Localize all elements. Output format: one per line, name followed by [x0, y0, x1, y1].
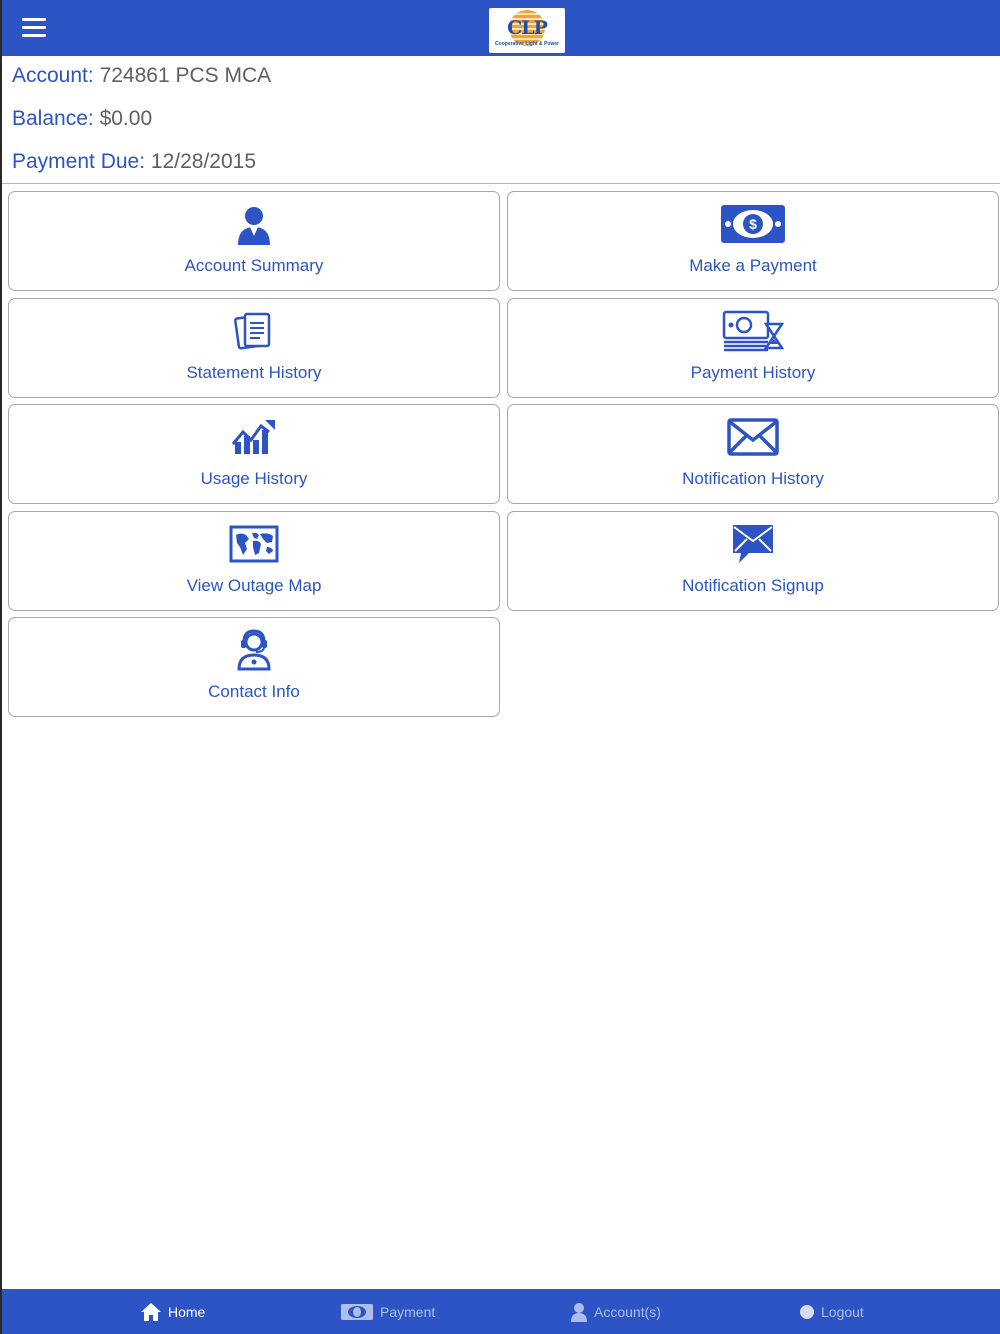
person-icon: [571, 1302, 587, 1322]
headset-person-icon: [218, 628, 290, 672]
account-label: Account:: [12, 64, 94, 87]
account-row: Account: 724861 PCS MCA: [12, 60, 992, 103]
tile-view-outage-map[interactable]: View Outage Map: [8, 511, 500, 611]
tile-label: Statement History: [186, 363, 322, 382]
balance-value: $0.00: [99, 107, 153, 130]
balance-label: Balance:: [12, 107, 94, 130]
account-number: 724861 PCS MCA: [99, 64, 272, 87]
top-bar: CLP Cooperative Light & Power: [2, 0, 1000, 56]
tile-statement-history[interactable]: Statement History: [8, 298, 500, 398]
nav-home[interactable]: Home: [140, 1289, 205, 1334]
money-icon: $: [717, 202, 789, 246]
tile-label: Account Summary: [184, 256, 324, 275]
tile-usage-history[interactable]: Usage History: [8, 404, 500, 504]
nav-accounts[interactable]: Account(s): [570, 1289, 661, 1334]
nav-logout[interactable]: Logout: [799, 1289, 864, 1334]
svg-text:$: $: [749, 216, 757, 232]
divider: [2, 183, 1000, 184]
payment-due-value: 12/28/2015: [150, 150, 257, 173]
tile-make-a-payment[interactable]: $ Make a Payment: [507, 191, 999, 291]
account-info: Account: 724861 PCS MCA Balance: $0.00 P…: [12, 60, 992, 189]
nav-label: Home: [168, 1303, 206, 1320]
tile-notification-signup[interactable]: Notification Signup: [507, 511, 999, 611]
person-icon: [218, 202, 290, 246]
nav-label: Logout: [821, 1303, 864, 1320]
nav-label: Payment: [380, 1303, 436, 1320]
tile-payment-history[interactable]: Payment History: [507, 298, 999, 398]
clp-logo: CLP Cooperative Light & Power: [489, 8, 565, 53]
tile-label: Usage History: [200, 469, 308, 488]
chat-envelope-icon: [717, 522, 789, 566]
home-icon: [141, 1302, 161, 1321]
documents-icon: [218, 309, 290, 353]
bottom-nav-bar: Home Payment Account(s) Logout: [2, 1289, 1000, 1334]
tile-label: Contact Info: [208, 682, 300, 701]
nav-label: Account(s): [594, 1303, 661, 1320]
tile-label: Make a Payment: [689, 256, 817, 275]
tile-label: Notification Signup: [682, 576, 824, 595]
nav-payment[interactable]: Payment: [340, 1289, 435, 1334]
payment-due-label: Payment Due:: [12, 150, 146, 173]
tile-account-summary[interactable]: Account Summary: [8, 191, 500, 291]
map-icon: [218, 522, 290, 566]
hamburger-menu-icon[interactable]: [22, 18, 46, 38]
balance-row: Balance: $0.00: [12, 103, 992, 146]
money-icon: [341, 1303, 373, 1320]
chart-trend-icon: [218, 415, 290, 459]
tile-label: Payment History: [690, 363, 816, 382]
tile-label: View Outage Map: [186, 576, 322, 595]
tile-contact-info[interactable]: Contact Info: [8, 617, 500, 717]
tile-notification-history[interactable]: Notification History: [507, 404, 999, 504]
money-hourglass-icon: [717, 309, 789, 353]
envelope-icon: [717, 415, 789, 459]
tile-label: Notification History: [682, 469, 824, 488]
circle-icon: [800, 1304, 814, 1319]
